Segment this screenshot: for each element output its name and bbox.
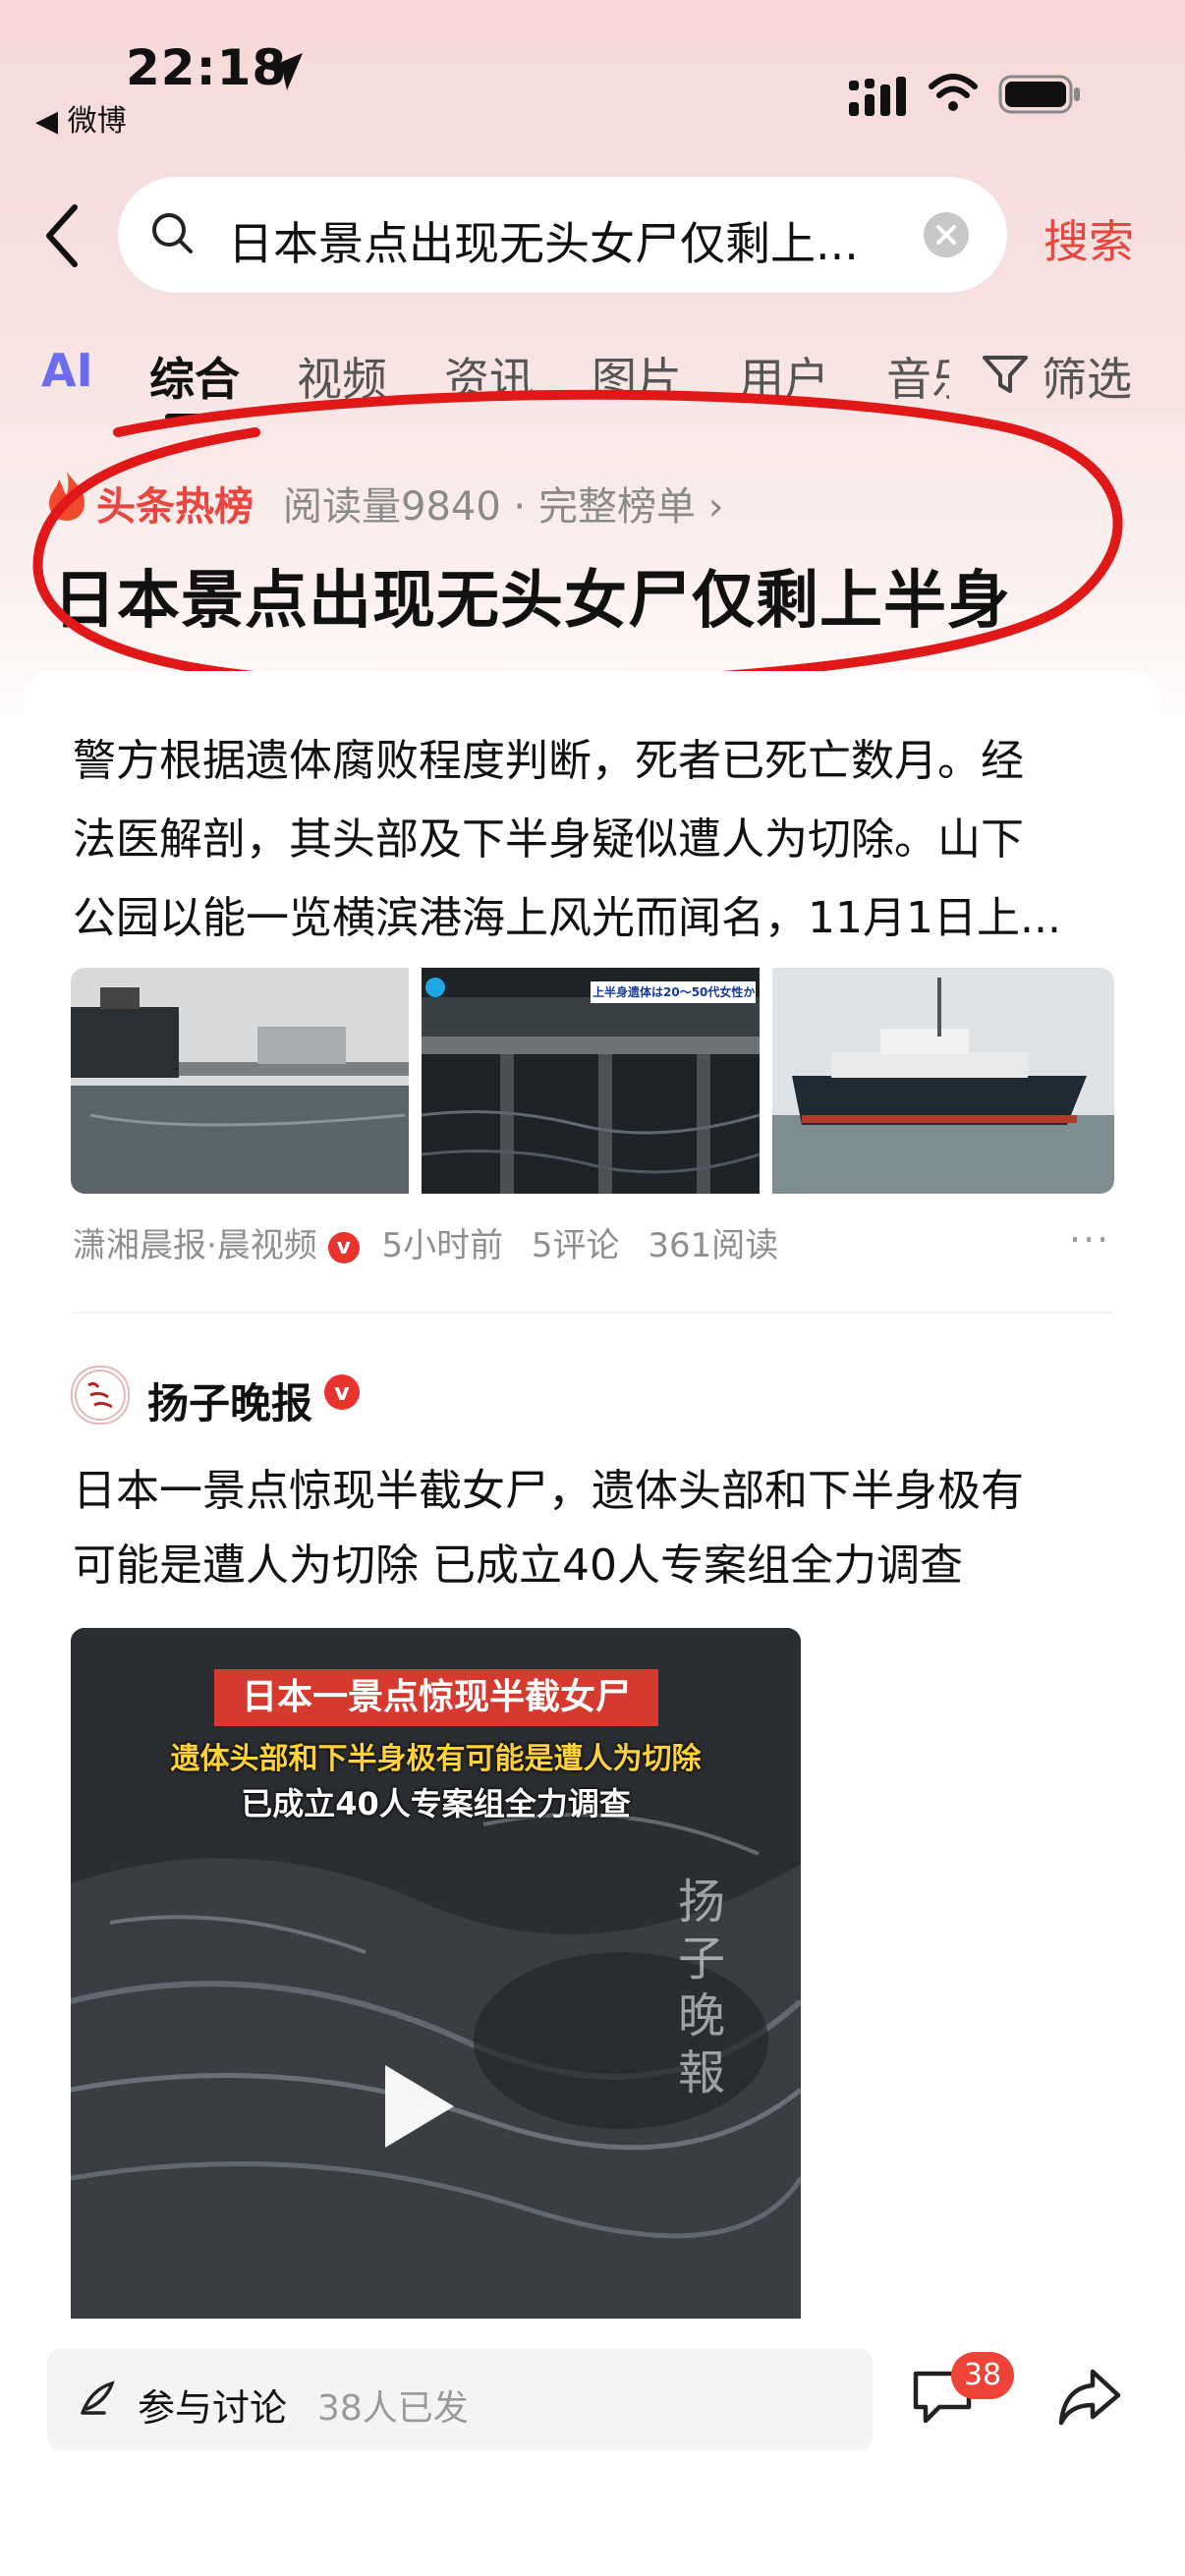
clear-search-icon[interactable] [922,210,971,259]
more-options-icon[interactable]: ··· [1069,1218,1110,1261]
avatar[interactable] [71,1366,130,1425]
video-watermark: 扬子晚報 [678,1875,726,2100]
video-player[interactable]: 日本一景点惊现半截女尸 遗体头部和下半身极有可能是遭人为切除 已成立40人专案组… [71,1628,801,2321]
divider [73,1312,1112,1314]
wifi-icon [929,74,978,111]
post-text[interactable]: 日本一景点惊现半截女尸，遗体头部和下半身极有 可能是遭人为切除 已成立40人专案… [73,1454,1124,1603]
video-caption-line: 遗体头部和下半身极有可能是遭人为切除 [170,1742,702,1776]
video-caption-title: 日本一景点惊现半截女尸 [214,1669,658,1726]
summary-line: 法医解剖，其头部及下半身疑似遭人为切除。山下 [73,814,1024,865]
post-text-line: 日本一景点惊现半截女尸，遗体头部和下半身极有 [73,1466,1024,1516]
comment-count-badge: 38 [951,2352,1014,2399]
thumbnail-tag: 上半身遗体は20～50代女性か [592,985,756,999]
article-reads: 361阅读 [648,1226,779,1265]
article-thumbnail-1[interactable] [71,968,409,1194]
article-time: 5小时前 [381,1226,504,1265]
discuss-count: 38人已发 [317,2388,469,2429]
play-icon[interactable] [385,2065,454,2148]
verified-badge-icon: v [324,1374,360,1410]
verified-badge-icon: v [327,1231,360,1263]
article-summary[interactable]: 警方根据遗体腐败程度判断，死者已死亡数月。经 法医解剖，其头部及下半身疑似遭人为… [73,722,1112,958]
article-thumbnail-3[interactable] [772,968,1114,1194]
search-query-text[interactable]: 日本景点出现无头女尸仅剩上... [228,208,896,273]
share-icon[interactable] [1057,2366,1122,2427]
article-meta: 潇湘晨报·晨视频 v 5小时前 5评论 361阅读 [73,1218,778,1266]
back-to-app-link[interactable]: ◀ 微博 [35,96,127,140]
search-icon [152,213,193,253]
discuss-label[interactable]: 参与讨论 [138,2378,287,2432]
video-caption-line: 已成立40人专案组全力调查 [241,1785,631,1822]
article-source[interactable]: 潇湘晨报·晨视频 [73,1226,317,1265]
article-thumbnail-2[interactable]: 上半身遗体は20～50代女性か [422,968,760,1194]
summary-line: 公园以能一览横滨港海上风光而闻名，11月1日上... [73,893,1061,943]
search-button[interactable]: 搜索 [1044,206,1134,271]
back-arrow-icon[interactable] [39,201,85,270]
post-text-line: 可能是遭人为切除 已成立40人专案组全力调查 [73,1540,963,1591]
summary-line: 警方根据遗体腐败程度判断，死者已死亡数月。经 [73,736,1024,786]
pen-icon [81,2380,115,2415]
account-name[interactable]: 扬子晚报 [147,1371,312,1430]
cellular-signal-icon [849,77,906,116]
battery-icon [998,75,1080,114]
article-comments[interactable]: 5评论 [532,1226,620,1265]
location-arrow-icon [265,53,303,90]
